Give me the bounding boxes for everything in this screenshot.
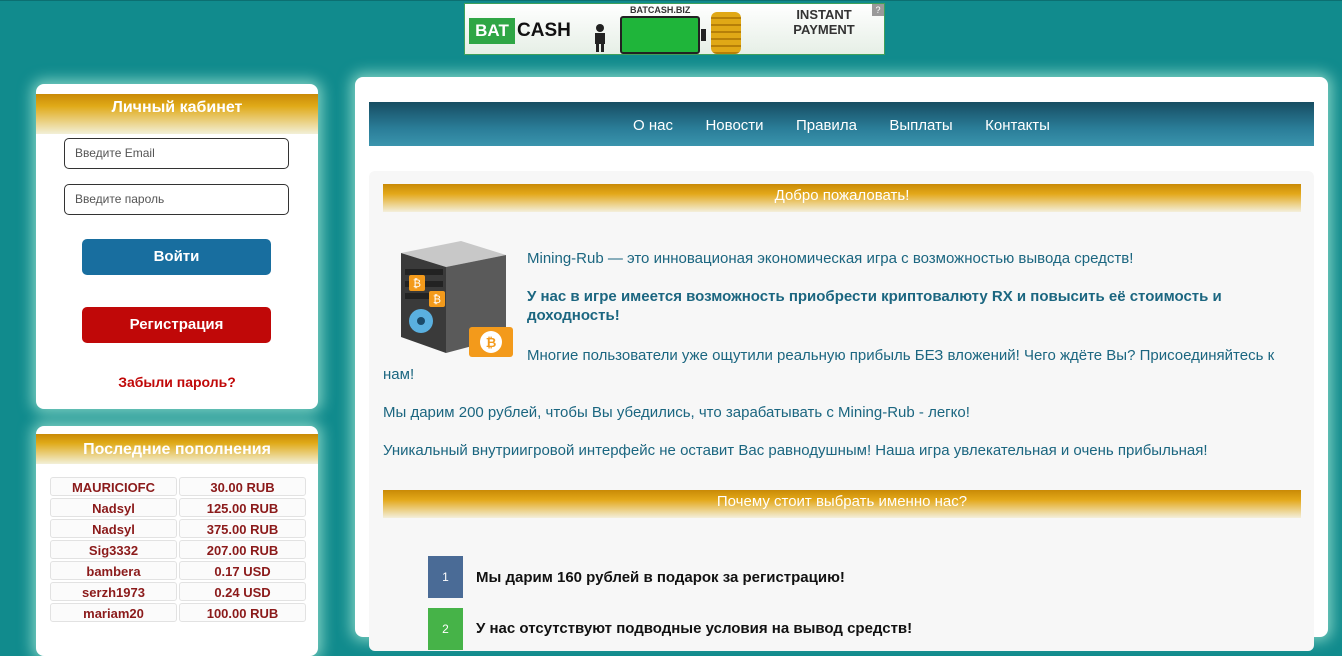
recent-deposits-panel: Последние пополнения MAURICIOFC 30.00 RU…: [36, 426, 318, 656]
reason-text: У нас отсутствуют подводные условия на в…: [476, 620, 913, 637]
deposit-user: serzh1973: [50, 582, 177, 601]
register-button[interactable]: Регистрация: [82, 307, 271, 343]
login-panel-title: Личный кабинет: [36, 94, 318, 134]
deposit-amount: 30.00 RUB: [179, 477, 306, 496]
deposit-user: Nadsyl: [50, 519, 177, 538]
svg-text:₿: ₿: [433, 293, 441, 306]
welcome-text-1: Mining-Rub — это инновационая экономичес…: [527, 250, 1134, 267]
email-field[interactable]: Введите Email: [64, 138, 289, 169]
login-panel: Личный кабинет Введите Email Введите пар…: [36, 84, 318, 409]
nav-item-news[interactable]: Новости: [705, 102, 763, 149]
top-nav: О нас Новости Правила Выплаты Контакты: [369, 102, 1314, 146]
nav-item-rules[interactable]: Правила: [796, 102, 857, 149]
table-row: mariam20 100.00 RUB: [50, 602, 306, 623]
nav-item-about[interactable]: О нас: [633, 102, 673, 149]
table-row: serzh1973 0.24 USD: [50, 581, 306, 602]
deposit-user: MAURICIOFC: [50, 477, 177, 496]
coins-icon: [711, 12, 741, 54]
welcome-text-3: Многие пользователи уже ощутили реальную…: [383, 347, 1275, 383]
login-button[interactable]: Войти: [82, 239, 271, 275]
content-area: Добро пожаловать! ₿ ₿ ₿ Mining-Rub — это…: [369, 171, 1314, 651]
banner-instant-payment: INSTANT PAYMENT: [793, 7, 855, 37]
mining-server-image: ₿ ₿ ₿: [401, 241, 513, 357]
welcome-text-2: У нас в игре имеется возможность приобре…: [527, 288, 1222, 324]
deposit-amount: 0.24 USD: [179, 582, 306, 601]
banner-logo-bat: BAT: [469, 18, 515, 44]
main-panel: О нас Новости Правила Выплаты Контакты Д…: [355, 77, 1328, 651]
deposits-panel-title: Последние пополнения: [36, 434, 318, 464]
welcome-heading: Добро пожаловать!: [383, 184, 1301, 212]
banner-site: BATCASH.BIZ: [630, 5, 691, 15]
reason-number-badge: 2: [428, 608, 463, 650]
nav-item-contacts[interactable]: Контакты: [985, 102, 1050, 149]
welcome-text-5: Уникальный внутриигровой интерфейс не ос…: [383, 442, 1208, 459]
deposits-table: MAURICIOFC 30.00 RUB Nadsyl 125.00 RUB N…: [50, 476, 306, 623]
ad-help-icon[interactable]: ?: [872, 4, 884, 16]
deposit-amount: 375.00 RUB: [179, 519, 306, 538]
table-row: Nadsyl 125.00 RUB: [50, 497, 306, 518]
table-row: MAURICIOFC 30.00 RUB: [50, 476, 306, 497]
person-icon: [595, 24, 605, 52]
ad-banner[interactable]: BAT CASH BATCASH.BIZ INSTANT PAYMENT ?: [464, 3, 885, 55]
battery-icon: [620, 16, 706, 54]
deposit-user: bambera: [50, 561, 177, 580]
deposit-amount: 0.17 USD: [179, 561, 306, 580]
welcome-text-4: Мы дарим 200 рублей, чтобы Вы убедились,…: [383, 404, 970, 421]
forgot-password-link[interactable]: Забыли пароль?: [36, 374, 318, 390]
deposit-user: mariam20: [50, 603, 177, 622]
table-row: Sig3332 207.00 RUB: [50, 539, 306, 560]
banner-logo-cash: CASH: [517, 20, 571, 41]
deposit-amount: 125.00 RUB: [179, 498, 306, 517]
deposit-amount: 100.00 RUB: [179, 603, 306, 622]
why-us-heading: Почему стоит выбрать именно нас?: [383, 490, 1301, 518]
table-row: bambera 0.17 USD: [50, 560, 306, 581]
table-row: Nadsyl 375.00 RUB: [50, 518, 306, 539]
svg-text:₿: ₿: [413, 277, 421, 290]
reason-text: Мы дарим 160 рублей в подарок за регистр…: [476, 569, 845, 586]
reason-number-badge: 1: [428, 556, 463, 598]
password-field[interactable]: Введите пароль: [64, 184, 289, 215]
nav-item-payouts[interactable]: Выплаты: [889, 102, 952, 149]
deposit-user: Sig3332: [50, 540, 177, 559]
deposit-user: Nadsyl: [50, 498, 177, 517]
top-border: [0, 0, 1342, 1]
deposit-amount: 207.00 RUB: [179, 540, 306, 559]
